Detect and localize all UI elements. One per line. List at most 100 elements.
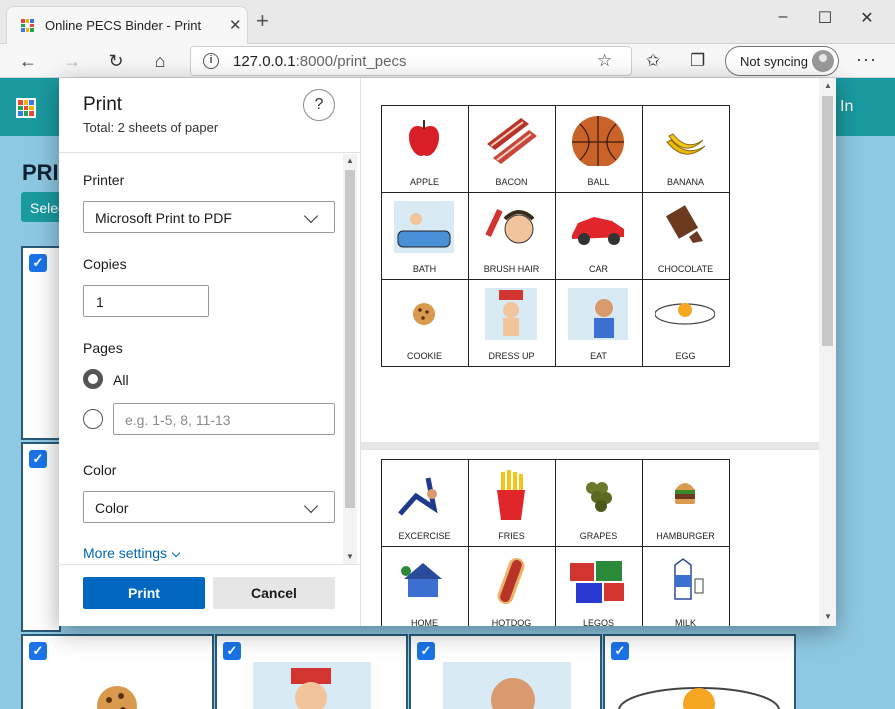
printer-label: Printer bbox=[83, 172, 125, 188]
card-checkbox[interactable]: ✓ bbox=[29, 254, 47, 272]
card-checkbox[interactable]: ✓ bbox=[29, 642, 47, 660]
tab-close-icon[interactable]: ✕ bbox=[229, 16, 242, 34]
printer-value: Microsoft Print to PDF bbox=[95, 210, 232, 226]
background-card[interactable]: ✓ bbox=[409, 634, 602, 709]
pages-all-label: All bbox=[113, 372, 129, 388]
color-value: Color bbox=[95, 500, 129, 516]
egg-picture-icon bbox=[618, 687, 780, 709]
pecs-card: BALL bbox=[554, 104, 643, 193]
divider bbox=[59, 152, 361, 153]
refresh-icon[interactable]: ↻ bbox=[104, 49, 128, 73]
help-button[interactable]: ? bbox=[303, 89, 335, 121]
dress-up-icon bbox=[484, 287, 537, 340]
background-card[interactable]: ✓ bbox=[21, 634, 214, 709]
pecs-card: BACON bbox=[467, 104, 556, 193]
scroll-down-icon[interactable]: ▼ bbox=[346, 552, 354, 561]
sync-label: Not syncing bbox=[740, 54, 808, 69]
maximize-icon[interactable]: ☐ bbox=[816, 8, 834, 28]
pecs-card: HOTDOG bbox=[467, 545, 556, 626]
scrollbar-thumb[interactable] bbox=[822, 96, 833, 346]
brush-hair-icon bbox=[484, 208, 534, 243]
forward-arrow-icon[interactable]: → bbox=[60, 49, 84, 73]
tab-title: Online PECS Binder - Print bbox=[45, 18, 202, 33]
settings-scrollbar[interactable]: ▲ ▼ bbox=[343, 154, 357, 564]
address-bar[interactable]: i 127.0.0.1:8000/print_pecs ☆ bbox=[190, 46, 632, 76]
info-icon[interactable]: i bbox=[203, 53, 219, 69]
print-button[interactable]: Print bbox=[83, 577, 205, 609]
scroll-up-icon[interactable]: ▲ bbox=[824, 81, 832, 90]
fries-icon bbox=[496, 469, 525, 520]
chevron-down-icon bbox=[171, 548, 181, 558]
pecs-card: GRAPES bbox=[554, 458, 643, 547]
home-picture-icon bbox=[400, 562, 442, 597]
color-select[interactable]: Color bbox=[83, 491, 335, 523]
scroll-down-icon[interactable]: ▼ bbox=[824, 612, 832, 621]
card-checkbox[interactable]: ✓ bbox=[611, 642, 629, 660]
back-arrow-icon[interactable]: ← bbox=[16, 49, 40, 73]
preview-sheet-1: APPLE BACON BALL BANANA BATH BRUSH HAIR … bbox=[361, 78, 819, 442]
background-card[interactable]: ✓ bbox=[21, 246, 61, 440]
printer-select[interactable]: Microsoft Print to PDF bbox=[83, 201, 335, 233]
print-title: Print bbox=[83, 94, 123, 115]
background-card[interactable]: ✓ bbox=[21, 442, 61, 632]
grapes-icon bbox=[585, 481, 612, 512]
pecs-card: EGG bbox=[641, 278, 730, 367]
scrollbar-thumb[interactable] bbox=[345, 170, 355, 508]
pecs-card: CAR bbox=[554, 191, 643, 280]
preview-scrollbar[interactable]: ▲ ▼ bbox=[819, 78, 836, 626]
exercise-icon bbox=[397, 477, 438, 516]
eat-icon bbox=[567, 287, 628, 340]
egg-icon bbox=[654, 302, 715, 325]
collections-icon[interactable]: ❐ bbox=[690, 51, 705, 71]
dress-up-picture-icon bbox=[253, 662, 371, 709]
color-label: Color bbox=[83, 462, 117, 478]
pecs-card: BANANA bbox=[641, 104, 730, 193]
favorites-icon[interactable]: ✩ bbox=[646, 51, 660, 71]
eat-picture-icon bbox=[443, 662, 571, 709]
pecs-card: DRESS UP bbox=[467, 278, 556, 367]
pages-range-input[interactable]: e.g. 1-5, 8, 11-13 bbox=[113, 403, 335, 435]
tab-bar: Online PECS Binder - Print ✕ + – ☐ ✕ bbox=[0, 0, 895, 44]
card-checkbox[interactable]: ✓ bbox=[417, 642, 435, 660]
browser-tab[interactable]: Online PECS Binder - Print ✕ bbox=[6, 6, 248, 44]
print-preview: APPLE BACON BALL BANANA BATH BRUSH HAIR … bbox=[361, 78, 836, 626]
card-checkbox[interactable]: ✓ bbox=[29, 450, 47, 468]
more-settings-link[interactable]: More settings bbox=[83, 545, 181, 561]
home-icon[interactable]: ⌂ bbox=[148, 49, 172, 73]
pecs-card: FRIES bbox=[467, 458, 556, 547]
sync-button[interactable]: Not syncing bbox=[725, 46, 839, 76]
chevron-down-icon bbox=[303, 208, 319, 224]
ball-icon bbox=[571, 115, 624, 166]
cookie-picture-icon bbox=[97, 686, 137, 709]
more-icon[interactable]: ··· bbox=[856, 49, 877, 70]
legos-icon bbox=[569, 560, 624, 603]
background-card[interactable]: ✓ bbox=[603, 634, 796, 709]
pages-range-radio[interactable] bbox=[83, 409, 103, 429]
new-tab-icon[interactable]: + bbox=[256, 10, 269, 32]
print-dialog: Print Total: 2 sheets of paper ? Printer… bbox=[59, 78, 836, 626]
pecs-card: APPLE bbox=[380, 104, 469, 193]
pecs-card: BATH bbox=[380, 191, 469, 280]
bath-icon bbox=[393, 200, 454, 253]
pages-label: Pages bbox=[83, 340, 123, 356]
scroll-up-icon[interactable]: ▲ bbox=[346, 156, 354, 165]
header-login-link[interactable]: In bbox=[840, 98, 853, 116]
app-favicon-icon bbox=[21, 19, 34, 32]
browser-toolbar: ← → ↻ ⌂ i 127.0.0.1:8000/print_pecs ☆ ✩ … bbox=[0, 44, 895, 78]
pages-all-radio[interactable] bbox=[83, 369, 103, 389]
milk-icon bbox=[673, 557, 703, 600]
cookie-icon bbox=[412, 302, 435, 325]
app-logo-icon[interactable] bbox=[16, 98, 36, 118]
divider bbox=[59, 564, 361, 565]
card-checkbox[interactable]: ✓ bbox=[223, 642, 241, 660]
close-window-icon[interactable]: ✕ bbox=[858, 8, 876, 28]
background-card[interactable]: ✓ bbox=[215, 634, 408, 709]
copies-input[interactable]: 1 bbox=[83, 285, 209, 317]
pecs-card: EXCERCISE bbox=[380, 458, 469, 547]
profile-avatar-icon bbox=[812, 50, 834, 72]
add-favorite-icon[interactable]: ☆ bbox=[597, 51, 612, 71]
cancel-button[interactable]: Cancel bbox=[213, 577, 335, 609]
minimize-icon[interactable]: – bbox=[774, 8, 792, 26]
preview-sheet-2: EXCERCISE FRIES GRAPES HAMBURGER HOME HO… bbox=[361, 450, 819, 626]
car-icon bbox=[571, 216, 624, 245]
